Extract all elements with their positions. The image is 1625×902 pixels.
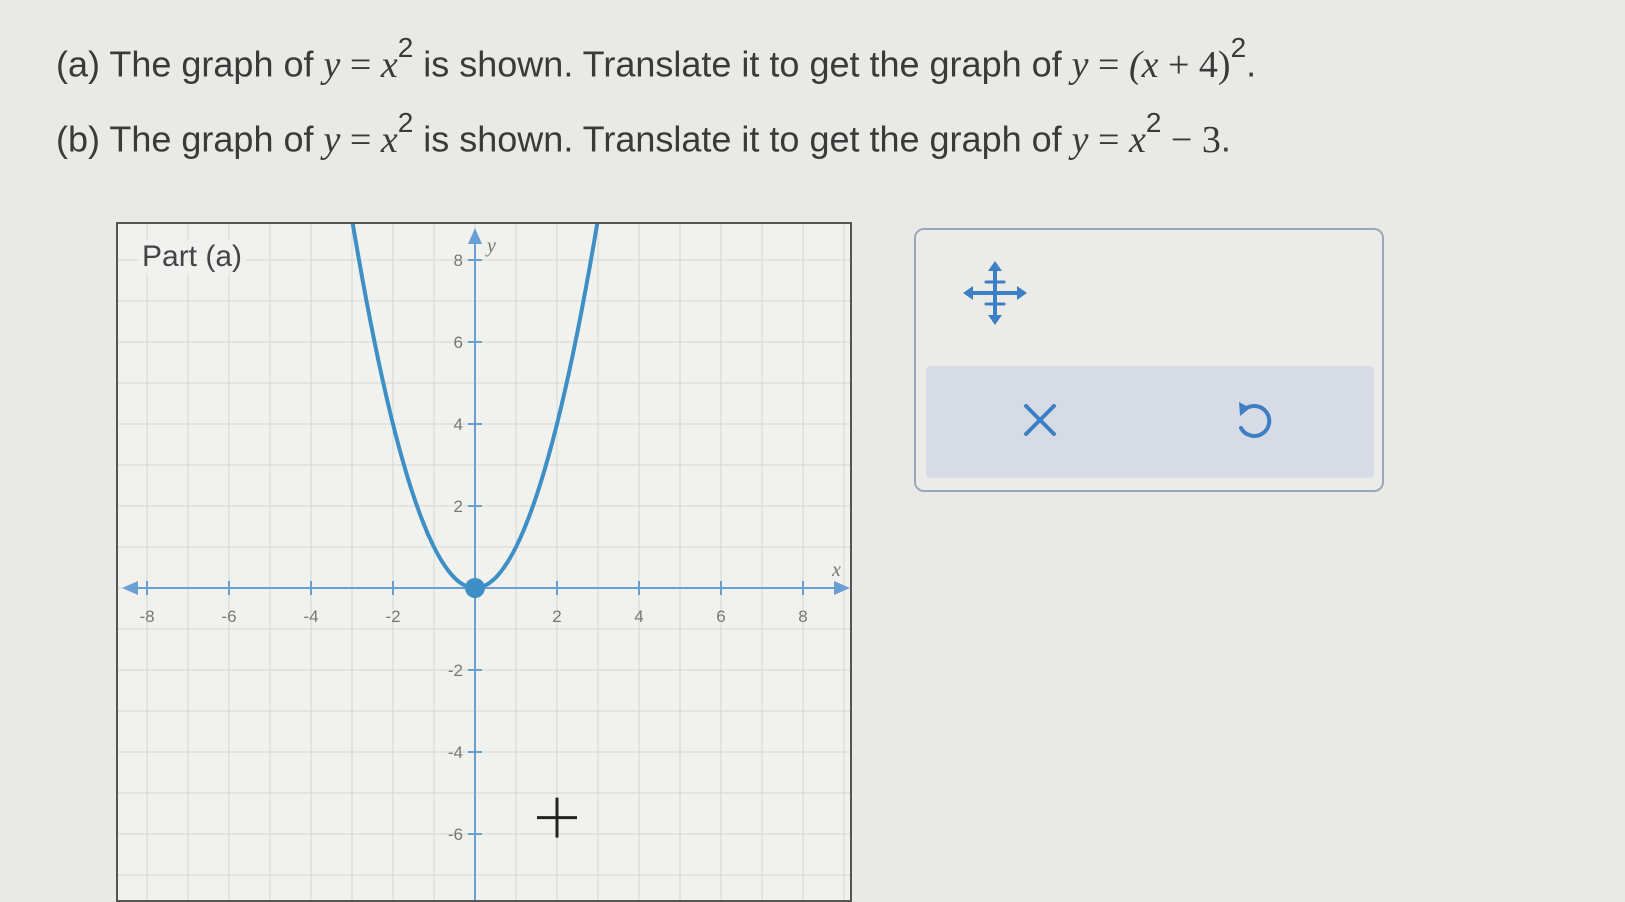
x-axis-left-arrow — [122, 581, 138, 595]
part-a-prefix: (a) The graph of — [56, 43, 324, 85]
tool-panel — [914, 228, 1384, 492]
y-tick-label: 2 — [454, 497, 463, 516]
x-tick-label: 2 — [552, 607, 561, 626]
x-tick-label: -6 — [221, 607, 236, 626]
part-b-target-equation: y = x2 − 3 — [1071, 107, 1221, 161]
x-tick-label: 4 — [634, 607, 643, 626]
vertex-point — [465, 578, 485, 598]
y-axis-label: y — [485, 235, 496, 257]
part-b-prefix: (b) The graph of — [56, 118, 324, 160]
part-a-target-equation: y = (x + 4)2 — [1071, 32, 1247, 86]
problem-part-a: (a) The graph of y = x2 is shown. Transl… — [56, 32, 1257, 86]
y-axis-up-arrow — [468, 228, 482, 244]
y-tick-label: -2 — [448, 661, 463, 680]
x-tick-label: -8 — [139, 607, 154, 626]
x-tick-label: 6 — [716, 607, 725, 626]
y-tick-label: 4 — [454, 415, 463, 434]
undo-icon — [1239, 402, 1272, 438]
x-tick-label: -4 — [303, 607, 318, 626]
x-axis-right-arrow — [834, 581, 850, 595]
part-a-given-equation: y = x2 — [323, 32, 414, 86]
clear-button[interactable] — [1000, 386, 1080, 458]
move-arrows-icon — [963, 261, 1027, 325]
problem-part-b: (b) The graph of y = x2 is shown. Transl… — [56, 107, 1231, 161]
x-close-icon — [1024, 404, 1056, 436]
undo-button[interactable] — [1212, 386, 1292, 458]
y-tick-label: 6 — [454, 333, 463, 352]
action-bar — [926, 366, 1374, 478]
x-tick-label: -2 — [385, 607, 400, 626]
graph-panel[interactable]: -8 -6 -4 -2 2 4 6 8 8 6 4 2 -2 -4 -6 x y Part (a) — [116, 222, 852, 902]
y-tick-label: 8 — [454, 251, 463, 270]
part-b-middle: is shown. Translate it to get the graph … — [413, 118, 1072, 160]
coordinate-plane[interactable]: -8 -6 -4 -2 2 4 6 8 8 6 4 2 -2 -4 -6 x y — [118, 224, 852, 902]
x-axis-label: x — [831, 559, 841, 581]
move-tool-button[interactable] — [960, 258, 1030, 328]
part-b-given-equation: y = x2 — [323, 107, 414, 161]
part-a-middle: is shown. Translate it to get the graph … — [413, 43, 1072, 85]
x-tick-label: 8 — [798, 607, 807, 626]
part-label: Part (a) — [138, 240, 247, 274]
y-tick-label: -6 — [448, 825, 463, 844]
y-tick-label: -4 — [448, 743, 463, 762]
